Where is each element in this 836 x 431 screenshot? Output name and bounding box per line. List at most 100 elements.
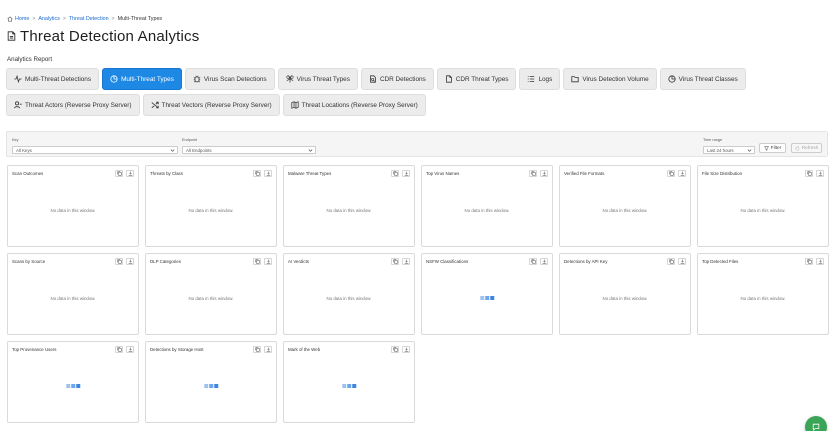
tab-virus-threat-classes[interactable]: Virus Threat Classes	[659, 68, 746, 90]
card-title: Verified File Formats	[564, 171, 605, 176]
endpoint-filter-label: Endpoint	[182, 138, 197, 142]
breadcrumb-threat-detection-link[interactable]: Threat Detection	[69, 16, 109, 22]
download-button[interactable]	[816, 170, 824, 177]
tab-virus-threat-types[interactable]: Virus Threat Types	[277, 68, 358, 90]
copy-button[interactable]	[529, 258, 537, 265]
download-button[interactable]	[402, 346, 410, 353]
tab-label: Logs	[538, 75, 553, 83]
card-actions	[391, 346, 410, 353]
empty-state-text: No data in this window.	[188, 208, 234, 213]
copy-button[interactable]	[115, 346, 123, 353]
copy-button[interactable]	[391, 258, 399, 265]
filter-button[interactable]: Filter	[759, 143, 786, 153]
download-button[interactable]	[402, 170, 410, 177]
card-actions	[253, 346, 272, 353]
download-button[interactable]	[678, 258, 686, 265]
download-button[interactable]	[264, 258, 272, 265]
download-button[interactable]	[678, 170, 686, 177]
download-button[interactable]	[264, 170, 272, 177]
copy-button[interactable]	[391, 346, 399, 353]
download-button[interactable]	[540, 170, 548, 177]
copy-icon	[254, 259, 260, 264]
tab-label: Threat Actors (Reverse Proxy Server)	[25, 101, 132, 109]
home-icon	[7, 16, 13, 21]
download-button[interactable]	[816, 258, 824, 265]
copy-button[interactable]	[391, 170, 399, 177]
tab-label: Multi-Threat Types	[121, 75, 174, 83]
time-range-select[interactable]: Last 24 hours	[703, 146, 755, 154]
copy-icon	[668, 171, 674, 176]
tab-cdr-threat-types[interactable]: CDR Threat Types	[436, 68, 517, 90]
copy-button[interactable]	[805, 170, 813, 177]
loading-dot	[204, 384, 208, 388]
chart-card: Mark of the Web	[283, 341, 415, 423]
download-icon	[542, 259, 546, 264]
copy-icon	[530, 171, 536, 176]
empty-state-text: No data in this window.	[464, 208, 510, 213]
download-icon	[266, 347, 270, 352]
refresh-button[interactable]: Refresh	[791, 143, 822, 153]
download-icon	[404, 259, 408, 264]
tab-virus-detection-volume[interactable]: Virus Detection Volume	[563, 68, 657, 90]
document-icon	[7, 31, 16, 41]
download-button[interactable]	[540, 258, 548, 265]
copy-button[interactable]	[805, 258, 813, 265]
copy-button[interactable]	[115, 258, 123, 265]
chart-card: Scan Outcomes No data in this window.	[7, 165, 139, 247]
card-actions	[391, 258, 410, 265]
card-actions	[805, 258, 824, 265]
download-icon	[266, 259, 270, 264]
download-button[interactable]	[126, 346, 134, 353]
tab-cdr-detections[interactable]: CDR Detections	[360, 68, 434, 90]
download-button[interactable]	[126, 258, 134, 265]
folder-icon	[571, 76, 579, 83]
copy-button[interactable]	[529, 170, 537, 177]
tab-threat-actors-reverse-proxy-server[interactable]: Threat Actors (Reverse Proxy Server)	[6, 94, 140, 116]
breadcrumb-analytics-link[interactable]: Analytics	[38, 16, 60, 22]
tab-logs[interactable]: Logs	[519, 68, 561, 90]
breadcrumb-home-link[interactable]: Home	[15, 16, 29, 22]
endpoint-select[interactable]: All Endpoints	[182, 146, 316, 154]
map-icon	[291, 101, 299, 109]
download-button[interactable]	[264, 346, 272, 353]
chat-button[interactable]	[805, 416, 827, 431]
card-actions	[391, 170, 410, 177]
chart-card: DLP Categories No data in this window.	[145, 253, 277, 335]
tab-multi-threat-detections[interactable]: Multi-Threat Detections	[6, 68, 100, 90]
key-select[interactable]: All Keys	[12, 146, 178, 154]
loading-dot	[490, 296, 494, 300]
copy-button[interactable]	[667, 258, 675, 265]
card-title: Top Virus Names	[426, 171, 460, 176]
tab-virus-scan-detections[interactable]: Virus Scan Detections	[184, 68, 275, 90]
card-actions	[115, 170, 134, 177]
tab-label: Virus Detection Volume	[582, 75, 649, 83]
tab-threat-vectors-reverse-proxy-server[interactable]: Threat Vectors (Reverse Proxy Server)	[142, 94, 280, 116]
copy-button[interactable]	[667, 170, 675, 177]
tab-threat-locations-reverse-proxy-server[interactable]: Threat Locations (Reverse Proxy Server)	[282, 94, 426, 116]
filter-bar: Key All Keys Endpoint All Endpoints Time…	[6, 131, 828, 157]
copy-icon	[668, 259, 674, 264]
endpoint-select-value: All Endpoints	[186, 147, 212, 153]
empty-state-text: No data in this window.	[602, 208, 648, 213]
loading-dot	[352, 384, 356, 388]
tab-label: Threat Vectors (Reverse Proxy Server)	[161, 101, 272, 109]
download-icon	[542, 171, 546, 176]
copy-button[interactable]	[115, 170, 123, 177]
breadcrumb-separator: >	[111, 15, 115, 22]
download-button[interactable]	[126, 170, 134, 177]
empty-state-text: No data in this window.	[602, 296, 648, 301]
pie-chart-icon	[110, 75, 118, 83]
copy-button[interactable]	[253, 258, 261, 265]
chart-card: Top Detected Files No data in this window…	[697, 253, 829, 335]
copy-button[interactable]	[253, 170, 261, 177]
card-title: Mark of the Web	[288, 347, 321, 352]
card-title: Threats by Class	[150, 171, 183, 176]
page-title: Threat Detection Analytics	[20, 27, 200, 45]
activity-icon	[14, 75, 22, 83]
copy-button[interactable]	[253, 346, 261, 353]
tab-multi-threat-types[interactable]: Multi-Threat Types	[102, 68, 182, 90]
empty-state-text: No data in this window.	[326, 296, 372, 301]
download-button[interactable]	[402, 258, 410, 265]
breadcrumb-separator: >	[32, 15, 36, 22]
copy-icon	[392, 259, 398, 264]
